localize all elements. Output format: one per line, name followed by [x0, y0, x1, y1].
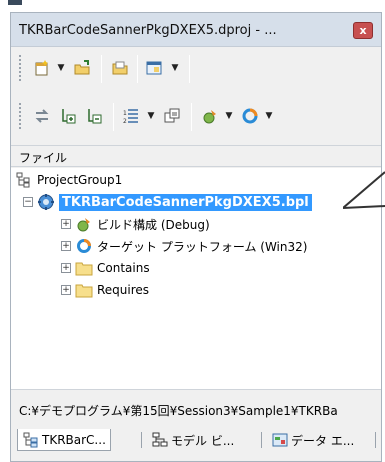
tab-model-view[interactable]: モデル ビ...: [147, 429, 238, 451]
target-platform-label: ターゲット プラットフォーム (Win32): [97, 239, 308, 254]
tree-node-contains[interactable]: + Contains: [61, 258, 150, 278]
build-config-icon: [75, 215, 93, 233]
tab-separator: [375, 432, 376, 448]
project-path: C:¥デモプログラム¥第15回¥Session3¥Sample1¥TKRBa: [19, 404, 338, 418]
file-column-label: ファイル: [19, 151, 68, 165]
toolbar-bottom: 12 ▼ ▼ ▼: [11, 97, 381, 135]
open-folder-icon[interactable]: [109, 57, 131, 79]
toolbar-separator: [113, 103, 114, 131]
expand-icon[interactable]: +: [61, 219, 71, 229]
project-group-label: ProjectGroup1: [37, 173, 123, 187]
contains-label: Contains: [97, 261, 150, 275]
tab-model-view-label: モデル ビ...: [171, 433, 235, 448]
data-explorer-icon: [271, 431, 289, 449]
background-strip: [0, 0, 385, 12]
tab-separator: [141, 432, 142, 448]
window-title: TKRBarCodeSannerPkgDXEX5.dproj - ...: [19, 23, 277, 38]
toolbar-grip[interactable]: [19, 55, 22, 81]
tree-node-requires[interactable]: + Requires: [61, 280, 149, 300]
toolbar-grip[interactable]: [19, 103, 22, 129]
build-order-icon[interactable]: 12: [121, 105, 143, 127]
bottom-tabs: TKRBarC... モデル ビ... データ エ...: [11, 427, 381, 453]
model-view-icon: [151, 431, 169, 449]
collapse-icon[interactable]: −: [23, 197, 33, 207]
svg-text:1: 1: [123, 110, 127, 117]
add-new-node-icon[interactable]: [57, 105, 79, 127]
tab-separator: [261, 432, 262, 448]
new-item-dropdown-icon[interactable]: ▼: [55, 57, 67, 79]
folder-icon: [75, 281, 93, 299]
platform-dropdown-icon[interactable]: ▼: [263, 105, 275, 127]
project-manager-window: TKRBarCodeSannerPkgDXEX5.dproj - ... x ▼…: [10, 12, 382, 462]
sync-icon[interactable]: [31, 105, 53, 127]
toolbar-separator: [189, 55, 190, 83]
toolbar-separator: [137, 55, 138, 83]
build-dropdown-icon[interactable]: ▼: [223, 105, 235, 127]
svg-text:2: 2: [123, 118, 127, 125]
folder-icon: [75, 259, 93, 277]
build-config-label: ビルド構成 (Debug): [97, 217, 210, 232]
project-tree: ProjectGroup1 − TKRBarCodeSannerPkgDXEX5…: [11, 168, 381, 390]
expand-icon[interactable]: +: [61, 263, 71, 273]
toolbar-separator: [191, 103, 192, 131]
expand-icon[interactable]: +: [61, 241, 71, 251]
project-dependencies-icon[interactable]: [161, 105, 183, 127]
callout-pointer: [343, 171, 385, 209]
tree-node-project-group[interactable]: ProjectGroup1: [15, 170, 122, 190]
new-item-icon[interactable]: [31, 57, 53, 79]
target-platform-icon: [75, 237, 93, 255]
layout-dropdown-icon[interactable]: ▼: [169, 57, 181, 79]
file-column-header[interactable]: ファイル: [11, 145, 381, 167]
tab-data-explorer-label: データ エ...: [291, 433, 355, 448]
tab-project-manager-label: TKRBarC...: [42, 432, 106, 447]
project-manager-icon: [22, 431, 40, 449]
build-order-dropdown-icon[interactable]: ▼: [145, 105, 157, 127]
selected-project-label: TKRBarCodeSannerPkgDXEX5.bpl: [59, 193, 312, 211]
target-platform-toolbar-icon[interactable]: [239, 105, 261, 127]
window-layout-icon[interactable]: [143, 57, 165, 79]
package-icon: [37, 193, 55, 211]
remove-node-icon[interactable]: [83, 105, 105, 127]
close-button[interactable]: x: [353, 22, 373, 39]
tab-data-explorer[interactable]: データ エ...: [267, 429, 358, 451]
toolbar-top: ▼ ▼: [11, 49, 381, 87]
path-status-bar: C:¥デモプログラム¥第15回¥Session3¥Sample1¥TKRBa: [11, 399, 381, 421]
background-bar: [8, 0, 22, 5]
tab-project-manager[interactable]: TKRBarC...: [17, 429, 111, 451]
tree-node-build-config[interactable]: + ビルド構成 (Debug): [61, 214, 210, 234]
tree-node-target-platform[interactable]: + ターゲット プラットフォーム (Win32): [61, 236, 307, 256]
title-bar[interactable]: TKRBarCodeSannerPkgDXEX5.dproj - ... x: [11, 13, 381, 47]
tree-node-project[interactable]: − TKRBarCodeSannerPkgDXEX5.bpl: [23, 192, 312, 212]
build-icon[interactable]: [199, 105, 221, 127]
expand-icon[interactable]: +: [61, 285, 71, 295]
project-group-icon: [15, 171, 33, 189]
requires-label: Requires: [97, 283, 150, 297]
toolbar-separator: [101, 55, 102, 83]
add-folder-icon[interactable]: [71, 57, 93, 79]
